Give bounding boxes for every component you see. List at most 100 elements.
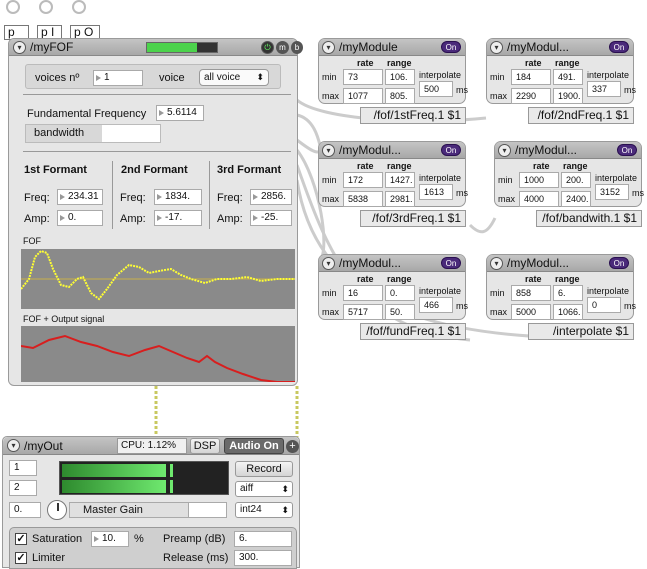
fof-panel: ▾ /myFOF ⏻ m b voices nº 1 voice all voi… — [8, 38, 303, 386]
format-select[interactable]: aiff ⬍ — [235, 481, 293, 497]
channel-2-number[interactable]: 2 — [9, 480, 37, 496]
max-rate-number[interactable]: 5838 — [343, 191, 383, 207]
min-rate-number[interactable]: 1000 — [519, 172, 559, 188]
release-number[interactable]: 300. — [234, 550, 292, 566]
module-menu-chevron-icon[interactable]: ▾ — [322, 257, 335, 270]
formant1-freq[interactable]: 234.31 — [57, 189, 103, 205]
module-on-button[interactable]: On — [441, 144, 461, 156]
min-range-number[interactable]: 106. — [385, 69, 415, 85]
range-header: range — [387, 161, 412, 171]
interpolate-number[interactable]: 3152 — [595, 184, 629, 200]
range-header: range — [387, 58, 412, 68]
formant1-amp[interactable]: 0. — [57, 210, 103, 226]
max-range-number[interactable]: 1900. — [553, 88, 583, 104]
freq-label: Freq: — [24, 192, 50, 204]
osc-message-box[interactable]: /fof/fundFreq.1 $1 — [360, 323, 466, 340]
gain-dial-icon[interactable] — [47, 500, 67, 520]
osc-message-box[interactable]: /fof/3rdFreq.1 $1 — [360, 210, 466, 227]
saturation-checkbox[interactable]: ✓ — [15, 533, 27, 545]
osc-message-box[interactable]: /fof/2ndFreq.1 $1 — [528, 107, 634, 124]
fof-scope — [21, 249, 295, 309]
bandwidth-label: bandwidth — [34, 127, 85, 139]
osc-message-box[interactable]: /interpolate $1 — [528, 323, 634, 340]
formant2-amp[interactable]: -17. — [154, 210, 202, 226]
max-rate-number[interactable]: 2290 — [511, 88, 551, 104]
module-menu-chevron-icon[interactable]: ▾ — [490, 257, 503, 270]
interpolate-number[interactable]: 0 — [587, 297, 621, 313]
module-menu-chevron-icon[interactable]: ▾ — [490, 41, 503, 54]
interpolate-label: interpolate — [587, 70, 630, 80]
record-button[interactable]: Record — [235, 461, 293, 477]
module-menu-chevron-icon[interactable]: ▾ — [498, 144, 511, 157]
formant2-freq[interactable]: 1834. — [154, 189, 202, 205]
dsp-button[interactable]: DSP — [190, 438, 220, 454]
gain-field[interactable] — [188, 502, 227, 518]
max-rate-number[interactable]: 5000 — [511, 304, 551, 320]
interpolate-number[interactable]: 500 — [419, 81, 453, 97]
interpolate-number[interactable]: 1613 — [419, 184, 453, 200]
min-range-number[interactable]: 0. — [385, 285, 415, 301]
osc-message-box[interactable]: /fof/1stFreq.1 $1 — [360, 107, 466, 124]
channel-1-number[interactable]: 1 — [9, 460, 37, 476]
min-rate-number[interactable]: 184 — [511, 69, 551, 85]
preamp-number[interactable]: 6. — [234, 531, 292, 547]
limiter-checkbox[interactable]: ✓ — [15, 552, 27, 564]
ms-label: ms — [456, 85, 468, 95]
voice-select[interactable]: all voice ⬍ — [199, 69, 269, 86]
formant3-amp[interactable]: -25. — [250, 210, 292, 226]
min-range-number[interactable]: 6. — [553, 285, 583, 301]
module-menu-chevron-icon[interactable]: ▾ — [322, 41, 335, 54]
max-rate-number[interactable]: 1077 — [343, 88, 383, 104]
cpu-readout: CPU: 1.12% — [117, 438, 187, 454]
ms-label: ms — [632, 188, 644, 198]
gain-number[interactable]: 0. — [9, 502, 41, 518]
fundamental-label: Fundamental Frequency — [27, 108, 147, 120]
voices-number[interactable]: 1 — [93, 70, 143, 86]
bypass-button[interactable]: b — [291, 41, 303, 54]
module-menu-chevron-icon[interactable]: ▾ — [322, 144, 335, 157]
module-title: /myModul... — [507, 40, 570, 54]
module-on-button[interactable]: On — [617, 144, 637, 156]
interpolate-number[interactable]: 337 — [587, 81, 621, 97]
updown-icon: ⬍ — [256, 72, 264, 82]
fof-menu-chevron-icon[interactable]: ▾ — [13, 41, 26, 54]
add-icon[interactable]: + — [286, 440, 299, 453]
max-range-number[interactable]: 50. — [385, 304, 415, 320]
min-rate-number[interactable]: 16 — [343, 285, 383, 301]
module-title: /myModul... — [515, 143, 578, 157]
min-rate-number[interactable]: 858 — [511, 285, 551, 301]
module-on-button[interactable]: On — [441, 257, 461, 269]
formant1-title: 1st Formant — [24, 164, 87, 176]
max-rate-number[interactable]: 4000 — [519, 191, 559, 207]
max-rate-number[interactable]: 5717 — [343, 304, 383, 320]
rate-header: rate — [357, 161, 374, 171]
power-icon[interactable]: ⏻ — [261, 41, 274, 54]
saturation-number[interactable]: 10. — [91, 531, 129, 547]
osc-message-box[interactable]: /fof/bandwith.1 $1 — [536, 210, 642, 227]
fundamental-number[interactable]: 5.6114 — [156, 105, 204, 121]
interpolate-label: interpolate — [595, 173, 638, 183]
bits-select[interactable]: int24 ⬍ — [235, 502, 293, 518]
min-range-number[interactable]: 491. — [553, 69, 583, 85]
master-gain-label: Master Gain — [83, 504, 143, 516]
out-menu-chevron-icon[interactable]: ▾ — [7, 439, 20, 452]
max-range-number[interactable]: 1066. — [553, 304, 583, 320]
module-on-button[interactable]: On — [609, 257, 629, 269]
max-range-number[interactable]: 2981. — [385, 191, 415, 207]
max-range-number[interactable]: 805. — [385, 88, 415, 104]
audio-on-button[interactable]: Audio On — [224, 438, 284, 454]
mute-button[interactable]: m — [276, 41, 289, 54]
formant3-freq[interactable]: 2856. — [250, 189, 292, 205]
max-range-number[interactable]: 2400. — [561, 191, 591, 207]
min-label: min — [322, 175, 337, 185]
bandwidth-slider[interactable]: bandwidth — [25, 124, 161, 143]
bits-value: int24 — [240, 504, 262, 515]
min-range-number[interactable]: 1427. — [385, 172, 415, 188]
interpolate-number[interactable]: 466 — [419, 297, 453, 313]
output-scope — [21, 326, 295, 382]
min-range-number[interactable]: 200. — [561, 172, 591, 188]
module-on-button[interactable]: On — [609, 41, 629, 53]
module-on-button[interactable]: On — [441, 41, 461, 53]
min-rate-number[interactable]: 73 — [343, 69, 383, 85]
min-rate-number[interactable]: 172 — [343, 172, 383, 188]
